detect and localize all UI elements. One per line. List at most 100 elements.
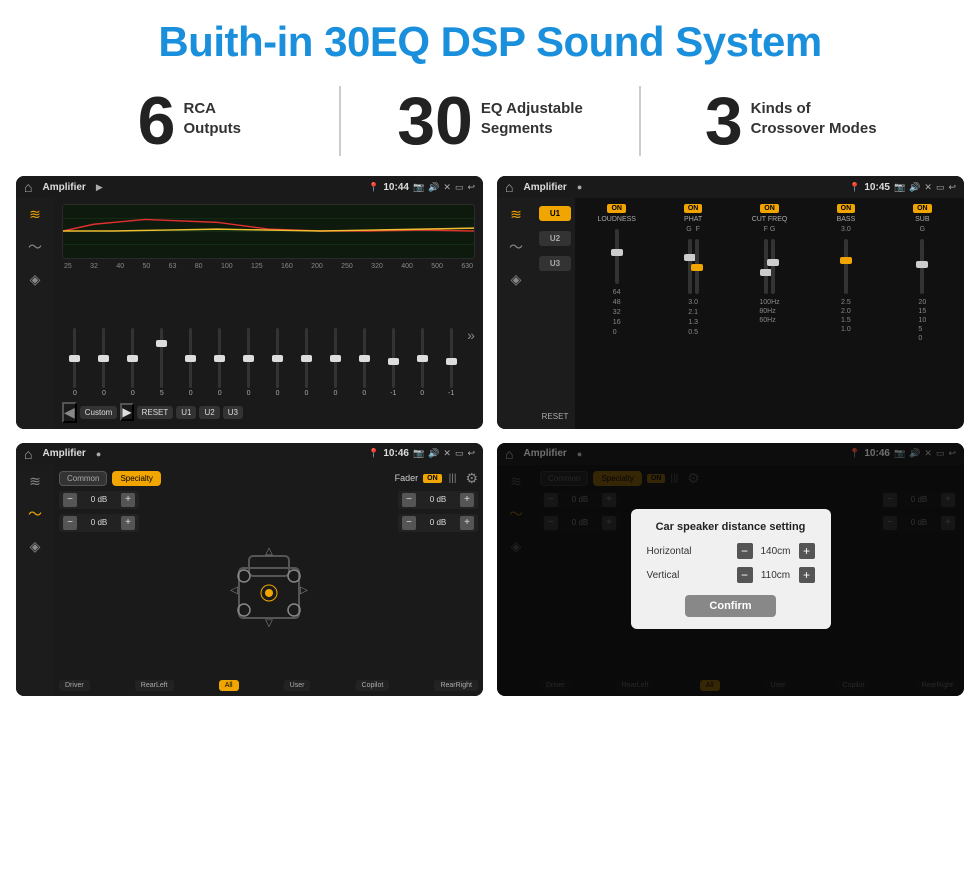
distance-dialog: Car speaker distance setting Horizontal … bbox=[631, 509, 831, 629]
speaker-icon-3[interactable]: ◈ bbox=[30, 538, 41, 555]
play-button[interactable]: ▶ bbox=[120, 403, 133, 421]
db-plus-2[interactable]: + bbox=[121, 516, 135, 530]
horizontal-plus[interactable]: + bbox=[799, 543, 815, 559]
rearleft-btn[interactable]: RearLeft bbox=[135, 680, 174, 691]
db-minus-4[interactable]: − bbox=[402, 516, 416, 530]
slider-13[interactable]: 0 bbox=[409, 327, 435, 397]
home-icon-3[interactable]: ⌂ bbox=[24, 446, 32, 462]
slider-9[interactable]: 0 bbox=[294, 327, 320, 397]
fader-top: Common Specialty Fader ON ||| ⚙ bbox=[59, 470, 478, 487]
ch-phat: ON PHAT G F 3.02.11.30.5 bbox=[657, 204, 728, 423]
slider-3[interactable]: 0 bbox=[120, 327, 146, 397]
copilot-btn[interactable]: Copilot bbox=[356, 680, 390, 691]
fader-car-diagram: ◁ ▷ △ ▽ bbox=[147, 491, 390, 676]
eq-main: 2532 4050 6380 100125 160200 250320 4005… bbox=[54, 198, 483, 429]
driver-btn[interactable]: Driver bbox=[59, 680, 90, 691]
rec-dot-3: ● bbox=[96, 449, 101, 459]
u1-button[interactable]: U1 bbox=[176, 406, 196, 419]
slider-1[interactable]: 0 bbox=[62, 327, 88, 397]
user-btn[interactable]: User bbox=[284, 680, 311, 691]
home-icon-2[interactable]: ⌂ bbox=[505, 179, 513, 195]
horizontal-minus[interactable]: − bbox=[737, 543, 753, 559]
slider-8[interactable]: 0 bbox=[265, 327, 291, 397]
rearright-btn[interactable]: RearRight bbox=[434, 680, 478, 691]
stat-rca: 6 RCAOutputs bbox=[60, 87, 319, 155]
dialog-overlay: Car speaker distance setting Horizontal … bbox=[497, 443, 964, 696]
slider-11[interactable]: 0 bbox=[351, 327, 377, 397]
slider-5[interactable]: 0 bbox=[178, 327, 204, 397]
sub-vals: 20151050 bbox=[918, 299, 926, 342]
sub-slider[interactable] bbox=[887, 236, 958, 296]
prev-button[interactable]: ◀ bbox=[62, 402, 77, 423]
confirm-button[interactable]: Confirm bbox=[685, 595, 775, 617]
slider-6[interactable]: 0 bbox=[207, 327, 233, 397]
wave-icon-2[interactable]: 〜 bbox=[509, 237, 523, 257]
cutfreq-toggle[interactable]: ON bbox=[760, 204, 779, 213]
loudness-slider[interactable] bbox=[581, 226, 652, 286]
db-minus-1[interactable]: − bbox=[63, 493, 77, 507]
screen2-title: Amplifier bbox=[523, 182, 566, 193]
vertical-minus[interactable]: − bbox=[737, 567, 753, 583]
phat-vals: 3.02.11.30.5 bbox=[688, 299, 698, 336]
settings-icon[interactable]: ⚙ bbox=[465, 470, 478, 487]
slider-7[interactable]: 0 bbox=[236, 327, 262, 397]
slider-14[interactable]: -1 bbox=[438, 327, 464, 397]
slider-4[interactable]: 5 bbox=[149, 327, 175, 397]
db-plus-3[interactable]: + bbox=[460, 493, 474, 507]
slider-10[interactable]: 0 bbox=[322, 327, 348, 397]
all-btn[interactable]: All bbox=[219, 680, 239, 691]
screen2-time: 10:45 bbox=[864, 182, 890, 193]
eq-icon[interactable]: ≋ bbox=[29, 206, 41, 223]
back-icon-2[interactable]: ↩ bbox=[948, 182, 956, 193]
eq-icon-2[interactable]: ≋ bbox=[510, 206, 522, 223]
ch-cutfreq: ON CUT FREQ F G 100Hz80Hz60Hz bbox=[734, 204, 805, 423]
wave-icon-3[interactable]: 〜 bbox=[28, 504, 42, 524]
db-minus-3[interactable]: − bbox=[402, 493, 416, 507]
eq-icon-3[interactable]: ≋ bbox=[29, 473, 41, 490]
reset-small[interactable]: RESET bbox=[542, 412, 569, 421]
custom-button[interactable]: Custom bbox=[80, 406, 118, 419]
close-icon-3: ✕ bbox=[443, 448, 451, 459]
vertical-plus[interactable]: + bbox=[799, 567, 815, 583]
db-plus-1[interactable]: + bbox=[121, 493, 135, 507]
db-val-3: 0 dB bbox=[419, 495, 457, 504]
cutfreq-notes: F G bbox=[764, 226, 776, 233]
slider-12[interactable]: -1 bbox=[380, 327, 406, 397]
u2-button[interactable]: U2 bbox=[199, 406, 219, 419]
volume-icon-3: 🔊 bbox=[428, 448, 439, 459]
screen1-title: Amplifier bbox=[42, 182, 85, 193]
preset-u2[interactable]: U2 bbox=[539, 231, 571, 246]
horizontal-value: 140cm bbox=[757, 546, 795, 557]
bass-notes: 3.0 bbox=[841, 226, 851, 233]
back-icon-3[interactable]: ↩ bbox=[467, 448, 475, 459]
loudness-toggle[interactable]: ON bbox=[607, 204, 626, 213]
tab-common[interactable]: Common bbox=[59, 471, 107, 486]
fader-body: − 0 dB + − 0 dB + bbox=[59, 491, 478, 676]
tab-specialty[interactable]: Specialty bbox=[112, 471, 160, 486]
bass-slider[interactable] bbox=[810, 236, 881, 296]
phat-slider[interactable] bbox=[657, 236, 728, 296]
stat-divider-1 bbox=[339, 86, 341, 156]
u3-button[interactable]: U3 bbox=[223, 406, 243, 419]
slider-2[interactable]: 0 bbox=[91, 327, 117, 397]
db-minus-2[interactable]: − bbox=[63, 516, 77, 530]
reset-button[interactable]: RESET bbox=[137, 406, 174, 419]
speaker-icon-2[interactable]: ◈ bbox=[511, 271, 522, 288]
page-header: Buith-in 30EQ DSP Sound System bbox=[0, 0, 980, 76]
db-plus-4[interactable]: + bbox=[460, 516, 474, 530]
dialog-horizontal-row: Horizontal − 140cm + bbox=[647, 543, 815, 559]
wave-icon[interactable]: 〜 bbox=[28, 237, 42, 257]
sub-toggle[interactable]: ON bbox=[913, 204, 932, 213]
bass-toggle[interactable]: ON bbox=[837, 204, 856, 213]
volume-icon: 🔊 bbox=[428, 182, 439, 193]
db-val-2: 0 dB bbox=[80, 518, 118, 527]
home-icon[interactable]: ⌂ bbox=[24, 179, 32, 195]
more-arrows-icon[interactable]: » bbox=[467, 327, 475, 343]
phat-toggle[interactable]: ON bbox=[684, 204, 703, 213]
back-icon[interactable]: ↩ bbox=[467, 182, 475, 193]
speaker-icon[interactable]: ◈ bbox=[30, 271, 41, 288]
status-icons-1: 📍 10:44 📷 🔊 ✕ ▭ ↩ bbox=[368, 182, 475, 193]
preset-u3[interactable]: U3 bbox=[539, 256, 571, 271]
cutfreq-slider[interactable] bbox=[734, 236, 805, 296]
preset-u1[interactable]: U1 bbox=[539, 206, 571, 221]
